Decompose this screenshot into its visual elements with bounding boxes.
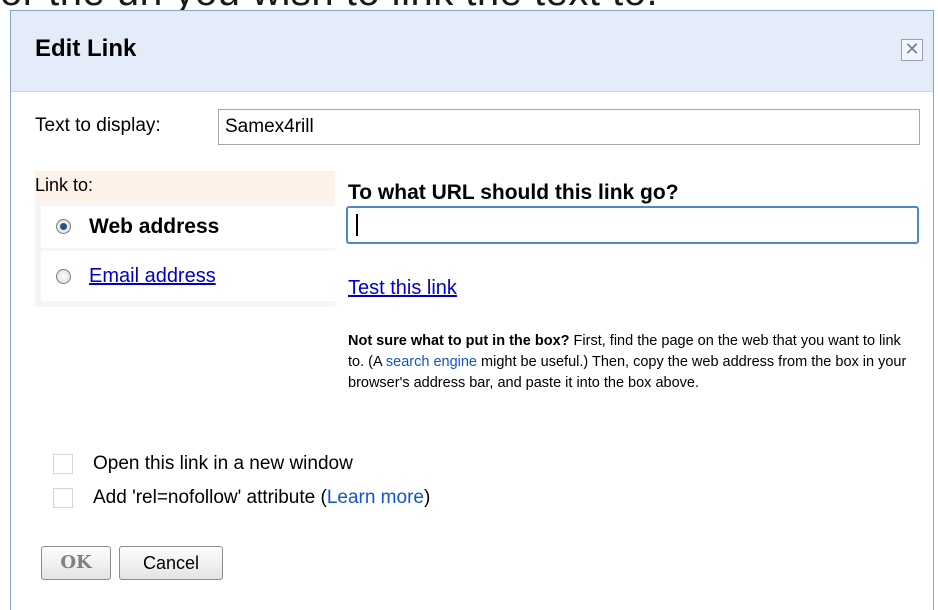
- help-lead: Not sure what to put in the box?: [348, 333, 570, 349]
- learn-more-link[interactable]: Learn more: [327, 487, 424, 508]
- close-icon[interactable]: ✕: [901, 39, 923, 61]
- help-text: Not sure what to put in the box? First, …: [348, 331, 908, 394]
- test-link[interactable]: Test this link: [348, 277, 457, 300]
- email-address-link[interactable]: Email address: [89, 265, 216, 288]
- ok-button[interactable]: OK: [41, 546, 111, 580]
- edit-link-dialog: Edit Link ✕ Text to display: Link to: We…: [10, 10, 934, 610]
- url-heading: To what URL should this link go?: [348, 181, 679, 204]
- text-caret: [356, 214, 358, 236]
- nofollow-checkbox[interactable]: [53, 488, 73, 508]
- nofollow-label-prefix[interactable]: Add 'rel=nofollow' attribute (: [93, 487, 327, 508]
- dialog-titlebar: Edit Link ✕: [11, 11, 933, 92]
- dialog-title: Edit Link: [35, 35, 137, 62]
- text-to-display-input[interactable]: [218, 109, 920, 145]
- url-input[interactable]: [346, 206, 919, 244]
- text-to-display-label: Text to display:: [35, 115, 161, 136]
- new-window-label[interactable]: Open this link in a new window: [93, 453, 353, 475]
- new-window-checkbox[interactable]: [53, 454, 73, 474]
- web-address-radio[interactable]: [56, 219, 71, 234]
- search-engine-link[interactable]: search engine: [386, 354, 477, 370]
- web-address-label[interactable]: Web address: [89, 215, 219, 239]
- email-address-radio[interactable]: [56, 269, 71, 284]
- cancel-button[interactable]: Cancel: [119, 546, 223, 580]
- link-to-label: Link to:: [35, 175, 94, 195]
- nofollow-label-suffix: ): [423, 487, 431, 508]
- nofollow-label: Add 'rel=nofollow' attribute (Learn more…: [93, 487, 430, 509]
